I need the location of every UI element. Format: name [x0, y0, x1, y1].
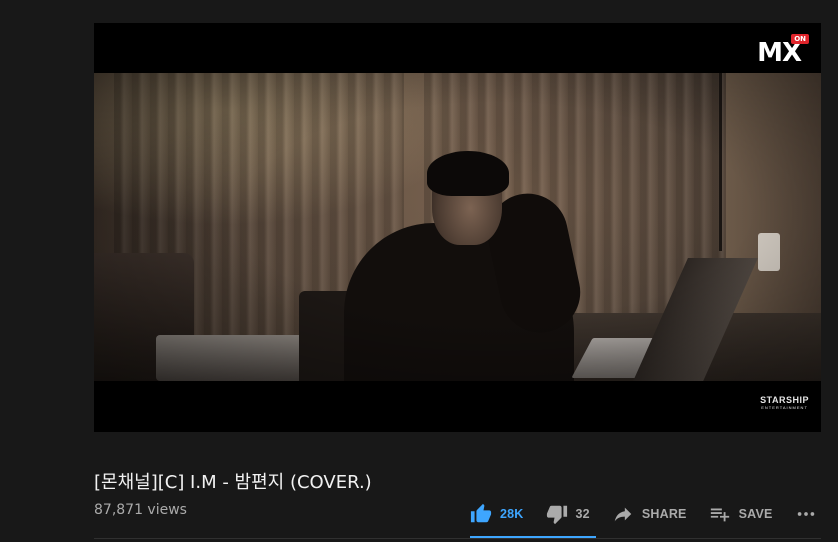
- more-horizontal-icon: [797, 512, 814, 516]
- thumb-up-icon: [470, 503, 492, 523]
- view-count: 87,871 views: [94, 502, 187, 518]
- save-label: SAVE: [738, 507, 773, 521]
- divider: [94, 538, 821, 539]
- like-button[interactable]: 28K: [470, 503, 524, 525]
- share-button[interactable]: SHARE: [612, 503, 687, 525]
- channel-logo: MX ON: [757, 34, 809, 68]
- channel-logo-badge: ON: [791, 34, 809, 44]
- letterbox-bottom: [94, 381, 821, 432]
- watch-page: MX ON STARSHIP ENTERTAINMENT [몬채널][C] I.…: [0, 0, 838, 542]
- like-count: 28K: [500, 507, 524, 521]
- video-title: [몬채널][C] I.M - 밤편지 (COVER.): [94, 472, 372, 493]
- watermark-subtext: ENTERTAINMENT: [761, 405, 808, 410]
- vignette: [94, 73, 821, 381]
- watermark-text: STARSHIP: [760, 395, 809, 405]
- playlist-add-icon: [710, 508, 729, 522]
- dislike-button[interactable]: 32: [546, 503, 590, 525]
- video-player[interactable]: MX ON STARSHIP ENTERTAINMENT: [94, 23, 821, 432]
- share-arrow-icon: [614, 507, 632, 522]
- action-bar: 28K 32 SHARE SAVE: [470, 500, 825, 528]
- share-label: SHARE: [641, 507, 687, 521]
- save-button[interactable]: SAVE: [709, 503, 773, 525]
- watermark-logo: STARSHIP ENTERTAINMENT: [760, 395, 809, 410]
- thumb-down-icon: [546, 505, 567, 525]
- dislike-count: 32: [575, 507, 590, 521]
- video-frame: [94, 73, 821, 388]
- more-actions-button[interactable]: [795, 503, 825, 525]
- letterbox-top: [94, 23, 821, 73]
